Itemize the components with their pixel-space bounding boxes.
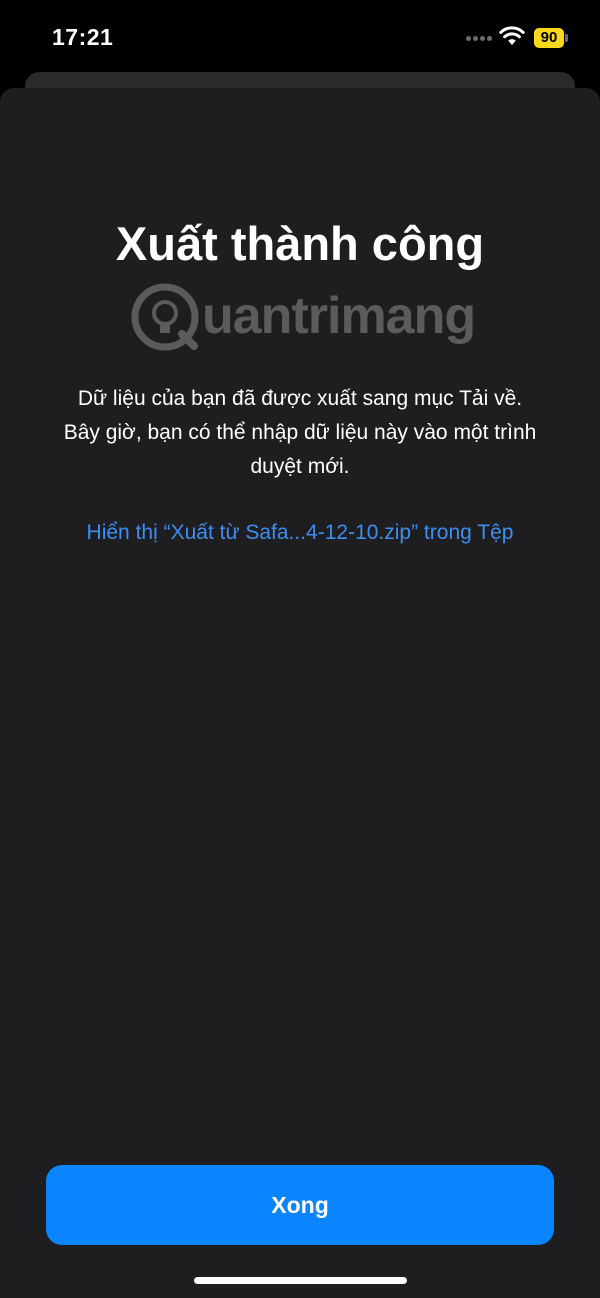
wifi-icon <box>499 26 525 45</box>
battery-tip <box>565 34 568 42</box>
done-button[interactable]: Xong <box>46 1165 554 1245</box>
lightbulb-icon <box>131 283 199 351</box>
status-bar: 17:21 90 <box>0 0 600 72</box>
export-success-sheet: Xuất thành công uantrimang Dữ liệu của b… <box>0 88 600 1298</box>
watermark-text: uantrimang <box>202 287 476 345</box>
show-in-files-link[interactable]: Hiển thị “Xuất từ Safa...4-12-10.zip” tr… <box>20 521 580 545</box>
signal-dots-icon <box>466 36 492 42</box>
home-indicator[interactable] <box>194 1277 407 1284</box>
page-title: Xuất thành công <box>115 217 485 270</box>
status-time: 17:21 <box>52 24 114 50</box>
watermark-logo: uantrimang <box>130 278 490 358</box>
description-text: Dữ liệu của bạn đã được xuất sang mục Tả… <box>63 387 537 478</box>
battery-icon: 90 <box>534 28 568 48</box>
battery-level: 90 <box>534 28 564 48</box>
